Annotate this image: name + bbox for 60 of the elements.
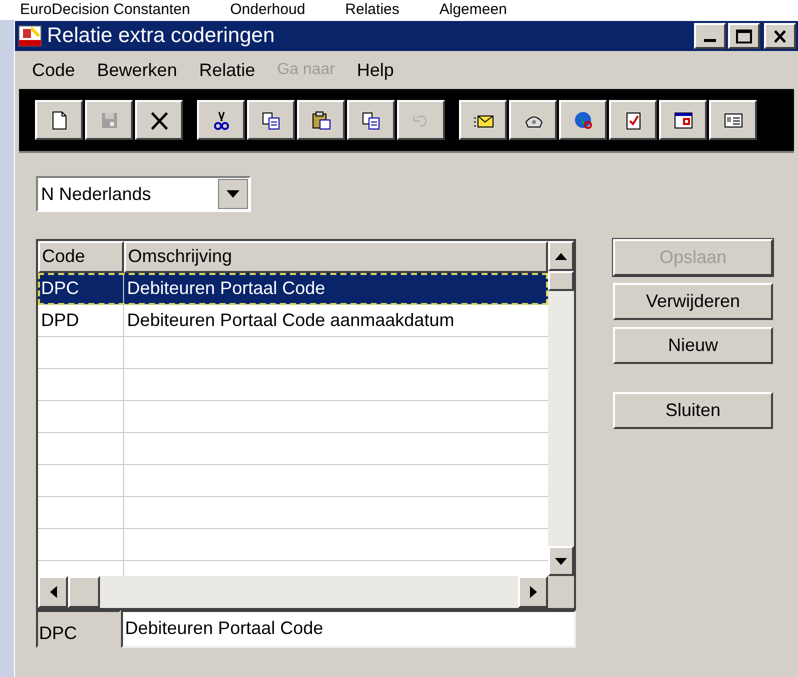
toolbar-button[interactable]	[347, 100, 395, 140]
copy-icon	[260, 110, 282, 130]
toolbar-button[interactable]	[609, 100, 657, 140]
close-icon	[773, 30, 787, 42]
action-button[interactable]: Nieuw	[613, 327, 773, 364]
maximize-button[interactable]	[728, 23, 760, 49]
scrollbar-corner	[548, 576, 574, 608]
toolbar-button[interactable]	[709, 100, 757, 140]
menu-item[interactable]: Bewerken	[97, 56, 178, 84]
table-cell: Debiteuren Portaal Code aanmaakdatum	[127, 310, 454, 330]
background-menu-item[interactable]: Algemeen	[439, 0, 507, 20]
dropdown-value: N Nederlands	[40, 182, 152, 206]
scroll-right-button[interactable]	[518, 576, 548, 608]
table-cell: DPD	[41, 310, 80, 330]
minimize-button[interactable]	[694, 23, 726, 49]
maximize-icon	[736, 28, 752, 44]
table-row[interactable]: DPC Debiteuren Portaal Code	[38, 273, 548, 305]
down-arrow-icon	[555, 558, 567, 564]
toolbar-button[interactable]	[659, 100, 707, 140]
description-field[interactable]: Debiteuren Portaal Code	[121, 610, 576, 648]
action-button[interactable]: Sluiten	[613, 392, 773, 429]
scroll-down-button[interactable]	[548, 546, 574, 576]
table-row[interactable]: DPD Debiteuren Portaal Code aanmaakdatum	[38, 305, 548, 337]
scrollbar-thumb[interactable]	[68, 576, 100, 608]
scroll-up-button[interactable]	[548, 241, 574, 271]
language-dropdown[interactable]: N Nederlands	[36, 176, 251, 212]
menu-item[interactable]: Relatie	[199, 56, 256, 84]
column-header[interactable]: Omschrijving	[124, 241, 548, 273]
close-button[interactable]	[764, 23, 796, 49]
background-menu-item[interactable]: Relaties	[345, 0, 400, 20]
globe-icon	[572, 110, 594, 130]
scroll-left-button[interactable]	[38, 576, 68, 608]
calendar-icon	[672, 110, 694, 130]
toolbar-button[interactable]	[459, 100, 507, 140]
left-arrow-icon	[50, 586, 56, 598]
background-menu-item[interactable]: EuroDecision Constanten	[20, 0, 190, 20]
background-menu-item[interactable]: Onderhoud	[230, 0, 306, 20]
code-field[interactable]: DPC	[36, 610, 121, 648]
table-cell: Debiteuren Portaal Code	[127, 278, 326, 298]
cross-icon	[148, 110, 170, 130]
column-header[interactable]: Code	[38, 241, 124, 273]
toolbar-button[interactable]	[247, 100, 295, 140]
clipboard-icon	[310, 110, 332, 130]
up-arrow-icon	[555, 252, 567, 260]
menu-item[interactable]: Code	[32, 56, 76, 84]
toolbar-button[interactable]	[197, 100, 245, 140]
toolbar-button[interactable]	[509, 100, 557, 140]
action-button[interactable]: Verwijderen	[613, 283, 773, 320]
right-arrow-icon	[530, 586, 536, 598]
toolbar-button[interactable]	[297, 100, 345, 140]
table-cell: DPC	[41, 278, 80, 298]
scrollbar-thumb[interactable]	[548, 271, 574, 291]
minimize-icon	[704, 39, 716, 42]
toolbar-button[interactable]	[135, 100, 183, 140]
app-icon	[17, 24, 43, 48]
menu-item[interactable]: Help	[356, 56, 394, 84]
toolbar-button[interactable]	[35, 100, 83, 140]
toolbar-button[interactable]	[559, 100, 607, 140]
window-title: Relatie extra coderingen	[47, 23, 275, 50]
copy-icon	[360, 110, 382, 130]
